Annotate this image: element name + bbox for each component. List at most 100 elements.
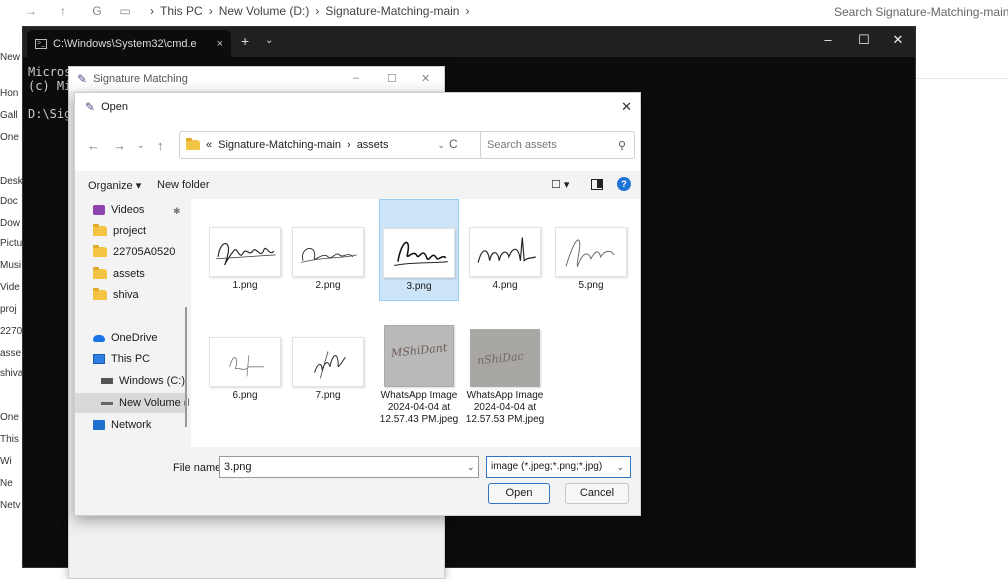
cancel-button[interactable]: Cancel: [565, 483, 629, 504]
file-name: 6.png: [232, 390, 258, 401]
sidebar-fragment[interactable]: Dow: [0, 218, 20, 229]
dialog-close-button[interactable]: ✕: [621, 99, 632, 115]
tk-feather-icon: ✎: [85, 100, 96, 114]
close-button[interactable]: ✕: [421, 72, 430, 85]
help-icon[interactable]: ?: [617, 177, 631, 191]
sidebar-fragment[interactable]: shiva: [0, 368, 22, 379]
file-name-label: File name:: [173, 462, 225, 474]
address-dropdown-icon[interactable]: ⌄: [437, 140, 445, 151]
nav-item-label: Network: [111, 419, 152, 431]
breadcrumb-this-pc[interactable]: This PC: [160, 4, 203, 18]
nav-item-project[interactable]: project: [93, 221, 189, 241]
file-item[interactable]: 6.png: [205, 337, 285, 402]
file-item[interactable]: 5.png: [551, 227, 631, 292]
recent-locations-icon[interactable]: ⌄: [137, 140, 145, 151]
navigation-scrollbar[interactable]: [185, 307, 187, 427]
back-arrow-icon[interactable]: ←: [87, 138, 100, 153]
open-button[interactable]: Open: [488, 483, 550, 504]
sidebar-fragment[interactable]: Pictu: [0, 238, 22, 249]
sidebar-fragment[interactable]: Vide: [0, 282, 20, 293]
file-item[interactable]: 7.png: [288, 337, 368, 402]
signature-thumbnail: [209, 337, 281, 387]
open-file-dialog: ✎ Open ✕ ← → ⌄ ↑ « Signature-Matching-ma…: [74, 92, 641, 516]
terminal-output[interactable]: Micros (c) Mi D:\Sig: [28, 65, 71, 121]
sidebar-fragment[interactable]: Gall: [0, 110, 18, 121]
close-button[interactable]: ✕: [883, 32, 913, 48]
nav-item-onedrive[interactable]: OneDrive: [93, 328, 189, 348]
nav-item-new-volume-d[interactable]: New Volume (D:: [75, 393, 189, 413]
file-item-selected[interactable]: 3.png: [379, 199, 459, 301]
file-name-dropdown-icon[interactable]: ⌄: [467, 462, 475, 473]
sidebar-fragment[interactable]: asse: [0, 348, 21, 359]
terminal-line: (c) Mi: [28, 79, 72, 93]
preview-pane-icon[interactable]: [591, 179, 603, 190]
file-item[interactable]: MShiDant WhatsApp Image 2024-04-04 at 12…: [379, 325, 459, 426]
terminal-tab[interactable]: >_ C:\Windows\System32\cmd.e ×: [27, 30, 231, 57]
file-item[interactable]: 2.png: [288, 227, 368, 292]
sidebar-fragment[interactable]: 2270: [0, 326, 22, 337]
file-name: 3.png: [406, 281, 432, 292]
computer-icon[interactable]: ▭: [114, 4, 136, 18]
up-arrow-icon[interactable]: ↑: [157, 138, 164, 153]
sidebar-fragment[interactable]: Desk: [0, 176, 22, 187]
breadcrumb-new-volume[interactable]: New Volume (D:): [219, 4, 310, 18]
nav-item-label: Windows (C:): [119, 375, 186, 387]
maximize-button[interactable]: ☐: [849, 32, 879, 48]
file-name: WhatsApp Image 2024-04-04 at 12.57.53 PM…: [465, 390, 545, 425]
nav-item-label: Videos: [111, 204, 145, 216]
sidebar-fragment[interactable]: One: [0, 132, 19, 143]
address-crumb-parent[interactable]: Signature-Matching-main: [218, 139, 341, 151]
file-item[interactable]: 4.png: [465, 227, 545, 292]
sidebar-fragment[interactable]: New: [0, 52, 20, 63]
signature-thumbnail: [209, 227, 281, 277]
nav-item-windows-c[interactable]: Windows (C:): [101, 371, 189, 391]
nav-item-network[interactable]: Network: [93, 415, 189, 435]
new-folder-button[interactable]: New folder: [157, 179, 210, 191]
sidebar-fragment[interactable]: Musi: [0, 260, 21, 271]
nav-item-22705a0520[interactable]: 22705A0520: [93, 242, 189, 262]
sidebar-fragment[interactable]: Wi: [0, 456, 12, 467]
file-name: 4.png: [492, 280, 518, 291]
breadcrumb-signature-matching[interactable]: Signature-Matching-main: [325, 4, 459, 18]
file-item[interactable]: nShiDac WhatsApp Image 2024-04-04 at 12.…: [465, 329, 545, 426]
file-item[interactable]: 1.png: [205, 227, 285, 292]
tab-close-icon[interactable]: ×: [217, 38, 223, 50]
sidebar-fragment[interactable]: Ne: [0, 478, 13, 489]
sidebar-fragment[interactable]: Netv: [0, 500, 21, 511]
folder-icon: [186, 138, 200, 150]
file-type-select[interactable]: image (*.jpeg;*.png;*.jpg) ⌄: [486, 456, 631, 478]
nav-item-this-pc[interactable]: This PC: [93, 349, 189, 369]
new-tab-button[interactable]: +: [241, 33, 249, 49]
minimize-button[interactable]: –: [813, 32, 843, 47]
nav-item-shiva[interactable]: shiva: [93, 285, 189, 305]
minimize-button[interactable]: –: [353, 72, 359, 84]
search-input[interactable]: Search assets ⚲: [480, 131, 635, 159]
tab-dropdown-icon[interactable]: ⌄: [265, 35, 273, 46]
explorer-search-input[interactable]: Search Signature-Matching-main: [826, 0, 1008, 24]
file-name: 5.png: [578, 280, 604, 291]
sidebar-fragment[interactable]: proj: [0, 304, 17, 315]
view-options-button[interactable]: ☐ ▾: [551, 178, 569, 191]
back-arrow-icon[interactable]: →: [20, 4, 42, 18]
nav-item-label: New Volume (D:: [119, 397, 189, 409]
refresh-icon[interactable]: C: [449, 137, 458, 151]
this-pc-icon: [93, 354, 105, 364]
drive-icon: [101, 401, 113, 405]
address-separator[interactable]: ›: [347, 139, 351, 151]
up-arrow-icon[interactable]: ↑: [52, 4, 74, 18]
address-crumb-current[interactable]: assets: [357, 139, 389, 151]
address-overflow[interactable]: «: [206, 139, 212, 151]
file-name-input[interactable]: [219, 456, 479, 478]
organize-menu-button[interactable]: Organize ▾: [88, 179, 141, 192]
dialog-address-row: ← → ⌄ ↑ « Signature-Matching-main › asse…: [75, 121, 640, 171]
terminal-tab-bar: >_ C:\Windows\System32\cmd.e × + ⌄ – ☐ ✕: [23, 27, 915, 57]
explorer-breadcrumb: › This PC › New Volume (D:) › Signature-…: [150, 4, 469, 18]
sidebar-fragment[interactable]: This: [0, 434, 19, 445]
sidebar-fragment[interactable]: Doc: [0, 196, 18, 207]
sidebar-fragment[interactable]: One: [0, 412, 19, 423]
forward-arrow-icon[interactable]: →: [113, 138, 126, 153]
maximize-button[interactable]: ☐: [387, 72, 397, 85]
sidebar-fragment[interactable]: Hon: [0, 88, 18, 99]
refresh-icon[interactable]: G: [86, 4, 108, 18]
nav-item-assets[interactable]: assets: [93, 264, 189, 284]
